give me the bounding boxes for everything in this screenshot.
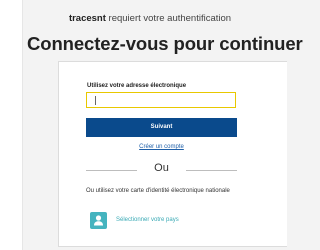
- divider-right: [186, 170, 237, 171]
- login-card: Utilisez votre adresse électronique Suiv…: [58, 61, 287, 247]
- create-account-link[interactable]: Créer un compte: [86, 144, 237, 150]
- or-separator: Ou: [154, 162, 169, 174]
- divider-left: [86, 170, 137, 171]
- auth-subtitle-text: requiert votre authentification: [105, 13, 232, 24]
- auth-subtitle: tracesnt requiert votre authentification: [20, 13, 280, 24]
- next-button[interactable]: Suivant: [86, 118, 237, 137]
- email-input[interactable]: [86, 92, 236, 108]
- person-icon[interactable]: [90, 212, 107, 229]
- page-title: Connectez-vous pour continuer: [27, 33, 303, 54]
- email-label: Utilisez votre adresse électronique: [87, 83, 187, 89]
- text-caret: [95, 96, 96, 105]
- select-country-link[interactable]: Sélectionner votre pays: [116, 217, 179, 223]
- left-gutter: [0, 0, 23, 250]
- app-name: tracesnt: [68, 13, 106, 24]
- eid-description: Ou utilisez votre carte d'identité élect…: [86, 188, 230, 194]
